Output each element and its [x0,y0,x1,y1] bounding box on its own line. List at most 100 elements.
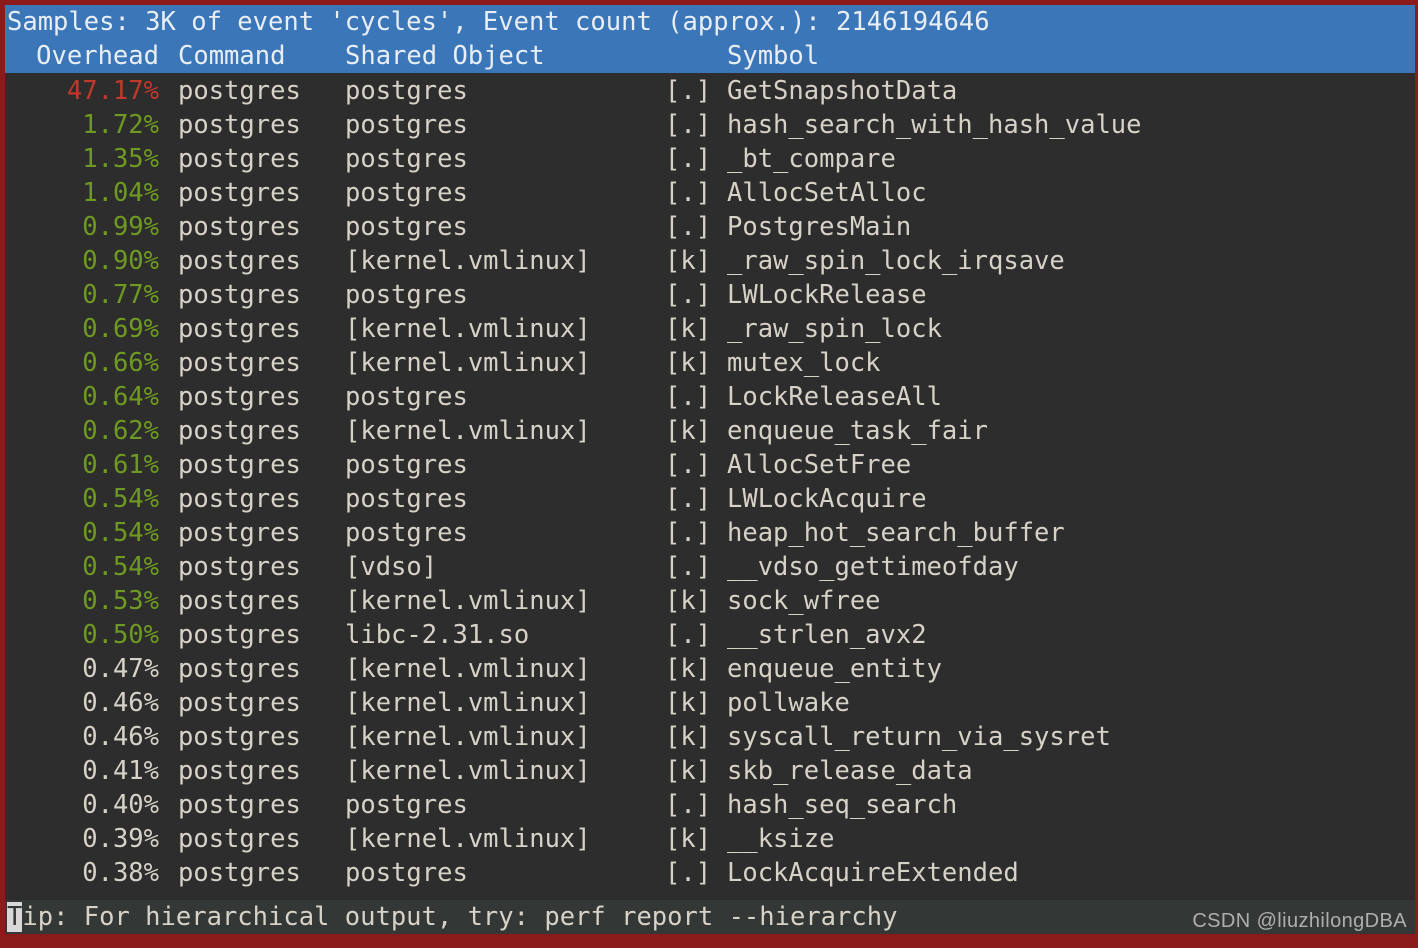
cell-symbol-level: [k] [665,246,712,276]
table-row[interactable]: 1.04% postgres postgres [.] AllocSetAlloc [5,176,1415,210]
cell-command: postgres [178,552,301,582]
cell-overhead: 0.50% [82,620,159,650]
cell-command: postgres [178,348,301,378]
cell-shared-object: [kernel.vmlinux] [345,246,591,276]
cell-command: postgres [178,76,301,106]
table-row[interactable]: 0.47% postgres [kernel.vmlinux] [k] enqueue_… [5,652,1415,686]
cell-command: postgres [178,110,301,140]
cell-symbol: syscall_return_via_sysret [727,722,1111,752]
cell-symbol: AllocSetAlloc [727,178,927,208]
cell-shared-object: [kernel.vmlinux] [345,586,591,616]
cell-shared-object: postgres [345,178,468,208]
cell-overhead: 0.66% [82,348,159,378]
cell-shared-object: [kernel.vmlinux] [345,824,591,854]
perf-header: Samples: 3K of event 'cycles', Event cou… [5,5,1415,73]
cell-overhead: 0.99% [82,212,159,242]
table-row[interactable]: 0.54% postgres postgres [.] heap_hot_search_… [5,516,1415,550]
cell-symbol: skb_release_data [727,756,973,786]
cell-symbol-level: [k] [665,416,712,446]
column-header-overhead[interactable]: Overhead [7,39,159,73]
cell-shared-object: [kernel.vmlinux] [345,756,591,786]
cell-symbol-level: [k] [665,586,712,616]
status-tip-text: ip: For hierarchical output, try: perf r… [22,902,898,932]
cell-symbol: hash_seq_search [727,790,958,820]
cell-symbol: __ksize [727,824,835,854]
table-row[interactable]: 0.40% postgres postgres [.] hash_seq_search [5,788,1415,822]
cell-shared-object: [kernel.vmlinux] [345,314,591,344]
table-row[interactable]: 1.35% postgres postgres [.] _bt_compare [5,142,1415,176]
cell-symbol-level: [k] [665,654,712,684]
cell-symbol: sock_wfree [727,586,881,616]
table-row[interactable]: 0.39% postgres [kernel.vmlinux] [k] __ksize [5,822,1415,856]
terminal-viewport: Samples: 3K of event 'cycles', Event cou… [5,5,1415,934]
table-row[interactable]: 0.64% postgres postgres [.] LockReleaseAll [5,380,1415,414]
cell-symbol-level: [.] [665,178,712,208]
cell-symbol: LWLockRelease [727,280,927,310]
column-header-shared-object[interactable]: Shared Object [345,39,665,73]
table-row[interactable]: 0.38% postgres postgres [.] LockAcquireExten… [5,856,1415,890]
table-row[interactable]: 0.54% postgres [vdso] [.] __vdso_gettimeofda… [5,550,1415,584]
table-row[interactable]: 0.62% postgres [kernel.vmlinux] [k] enqueue_… [5,414,1415,448]
cell-shared-object: [kernel.vmlinux] [345,348,591,378]
cell-symbol-level: [.] [665,552,712,582]
table-row[interactable]: 0.99% postgres postgres [.] PostgresMain [5,210,1415,244]
cell-overhead: 0.54% [82,518,159,548]
cell-shared-object: [kernel.vmlinux] [345,722,591,752]
cell-shared-object: postgres [345,144,468,174]
cell-overhead: 0.69% [82,314,159,344]
cell-symbol-level: [.] [665,212,712,242]
cell-symbol: __vdso_gettimeofday [727,552,1019,582]
column-header-symbol[interactable]: Symbol [727,39,819,73]
table-row[interactable]: 0.69% postgres [kernel.vmlinux] [k] _raw_spi… [5,312,1415,346]
table-row[interactable]: 0.90% postgres [kernel.vmlinux] [k] _raw_spi… [5,244,1415,278]
table-row[interactable]: 0.50% postgres libc-2.31.so [.] __strlen_avx… [5,618,1415,652]
table-row[interactable]: 0.61% postgres postgres [.] AllocSetFree [5,448,1415,482]
cell-command: postgres [178,722,301,752]
cell-command: postgres [178,280,301,310]
table-row[interactable]: 47.17% postgres postgres [.] GetSnapshotData [5,74,1415,108]
cell-command: postgres [178,178,301,208]
cell-symbol: AllocSetFree [727,450,912,480]
column-header-row: Overhead Command Shared Object Symbol [5,39,1415,73]
cell-overhead: 0.54% [82,552,159,582]
cell-overhead: 0.62% [82,416,159,446]
cell-symbol-level: [.] [665,280,712,310]
cell-command: postgres [178,654,301,684]
cell-overhead: 0.46% [82,722,159,752]
terminal-cursor[interactable]: T [7,902,23,932]
table-row[interactable]: 0.53% postgres [kernel.vmlinux] [k] sock_wfr… [5,584,1415,618]
cell-shared-object: postgres [345,212,468,242]
cell-symbol-level: [.] [665,144,712,174]
cell-overhead: 0.46% [82,688,159,718]
cell-symbol: __strlen_avx2 [727,620,927,650]
cell-overhead: 0.61% [82,450,159,480]
table-row[interactable]: 0.77% postgres postgres [.] LWLockRelease [5,278,1415,312]
cell-symbol: enqueue_entity [727,654,942,684]
csdn-watermark: CSDN @liuzhilongDBA [1192,910,1407,932]
cell-symbol-level: [k] [665,722,712,752]
table-row[interactable]: 1.72% postgres postgres [.] hash_search_with… [5,108,1415,142]
cell-symbol: _raw_spin_lock [727,314,942,344]
cell-command: postgres [178,484,301,514]
cell-command: postgres [178,518,301,548]
cell-overhead: 1.35% [82,144,159,174]
table-row[interactable]: 0.66% postgres [kernel.vmlinux] [k] mutex_lo… [5,346,1415,380]
cell-command: postgres [178,586,301,616]
cell-overhead: 1.04% [82,178,159,208]
cell-symbol: _bt_compare [727,144,896,174]
cell-shared-object: postgres [345,382,468,412]
table-row[interactable]: 0.46% postgres [kernel.vmlinux] [k] pollwake [5,686,1415,720]
cell-shared-object: [kernel.vmlinux] [345,416,591,446]
column-header-command[interactable]: Command [159,39,345,73]
cell-symbol: GetSnapshotData [727,76,958,106]
cell-overhead: 0.64% [82,382,159,412]
cell-command: postgres [178,620,301,650]
table-row[interactable]: 0.41% postgres [kernel.vmlinux] [k] skb_rele… [5,754,1415,788]
table-row[interactable]: 0.54% postgres postgres [.] LWLockAcquire [5,482,1415,516]
cell-symbol: mutex_lock [727,348,881,378]
cell-overhead: 0.41% [82,756,159,786]
cell-command: postgres [178,756,301,786]
cell-shared-object: postgres [345,518,468,548]
cell-symbol: hash_search_with_hash_value [727,110,1142,140]
table-row[interactable]: 0.46% postgres [kernel.vmlinux] [k] syscall_… [5,720,1415,754]
